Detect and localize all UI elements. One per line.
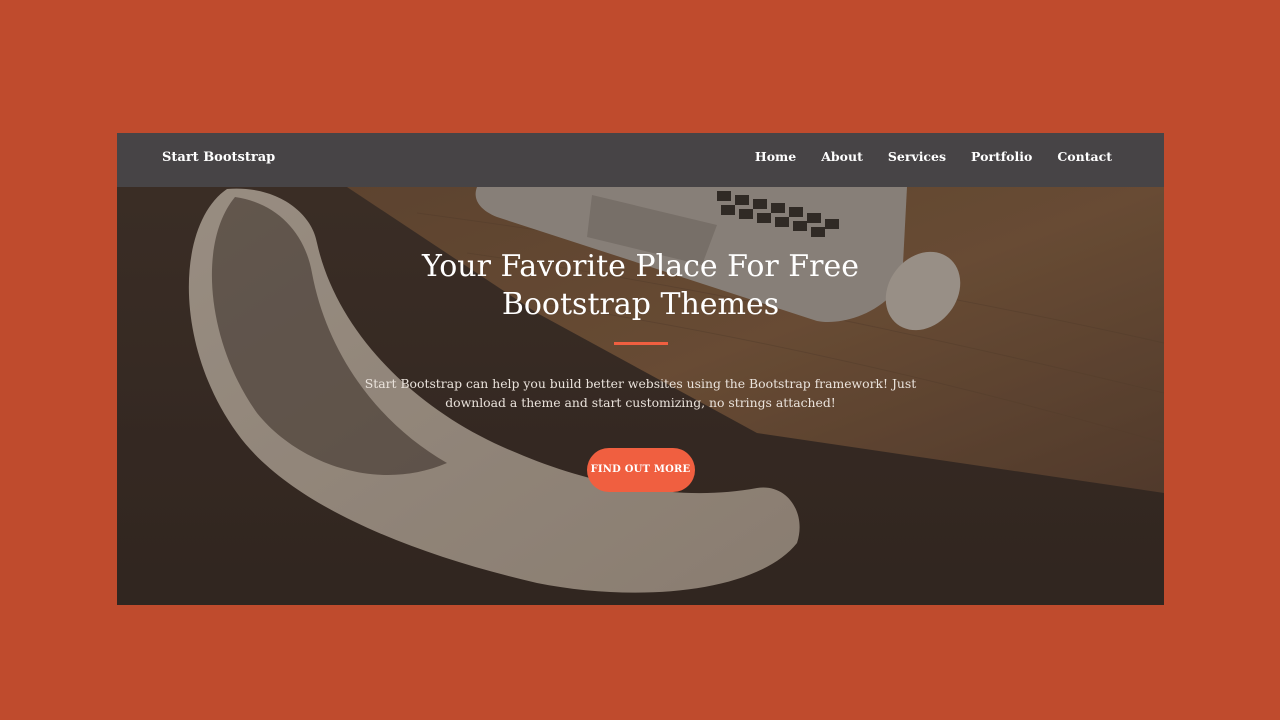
website-preview: Start Bootstrap Home About Services Port… — [117, 133, 1164, 605]
navbar: Start Bootstrap Home About Services Port… — [117, 133, 1164, 187]
nav-links: Home About Services Portfolio Contact — [755, 149, 1112, 164]
find-out-more-button[interactable]: FIND OUT MORE — [586, 448, 695, 492]
hero-content: Your Favorite Place For Free Bootstrap T… — [117, 248, 1164, 492]
hero-title: Your Favorite Place For Free Bootstrap T… — [422, 249, 859, 322]
nav-link-portfolio[interactable]: Portfolio — [971, 149, 1032, 164]
nav-link-home[interactable]: Home — [755, 149, 796, 164]
hero-divider — [613, 342, 668, 345]
navbar-brand[interactable]: Start Bootstrap — [162, 150, 275, 165]
nav-link-services[interactable]: Services — [888, 149, 946, 164]
hero-text: Start Bootstrap can help you build bette… — [364, 376, 917, 410]
nav-link-about[interactable]: About — [821, 149, 863, 164]
nav-link-contact[interactable]: Contact — [1057, 149, 1112, 164]
